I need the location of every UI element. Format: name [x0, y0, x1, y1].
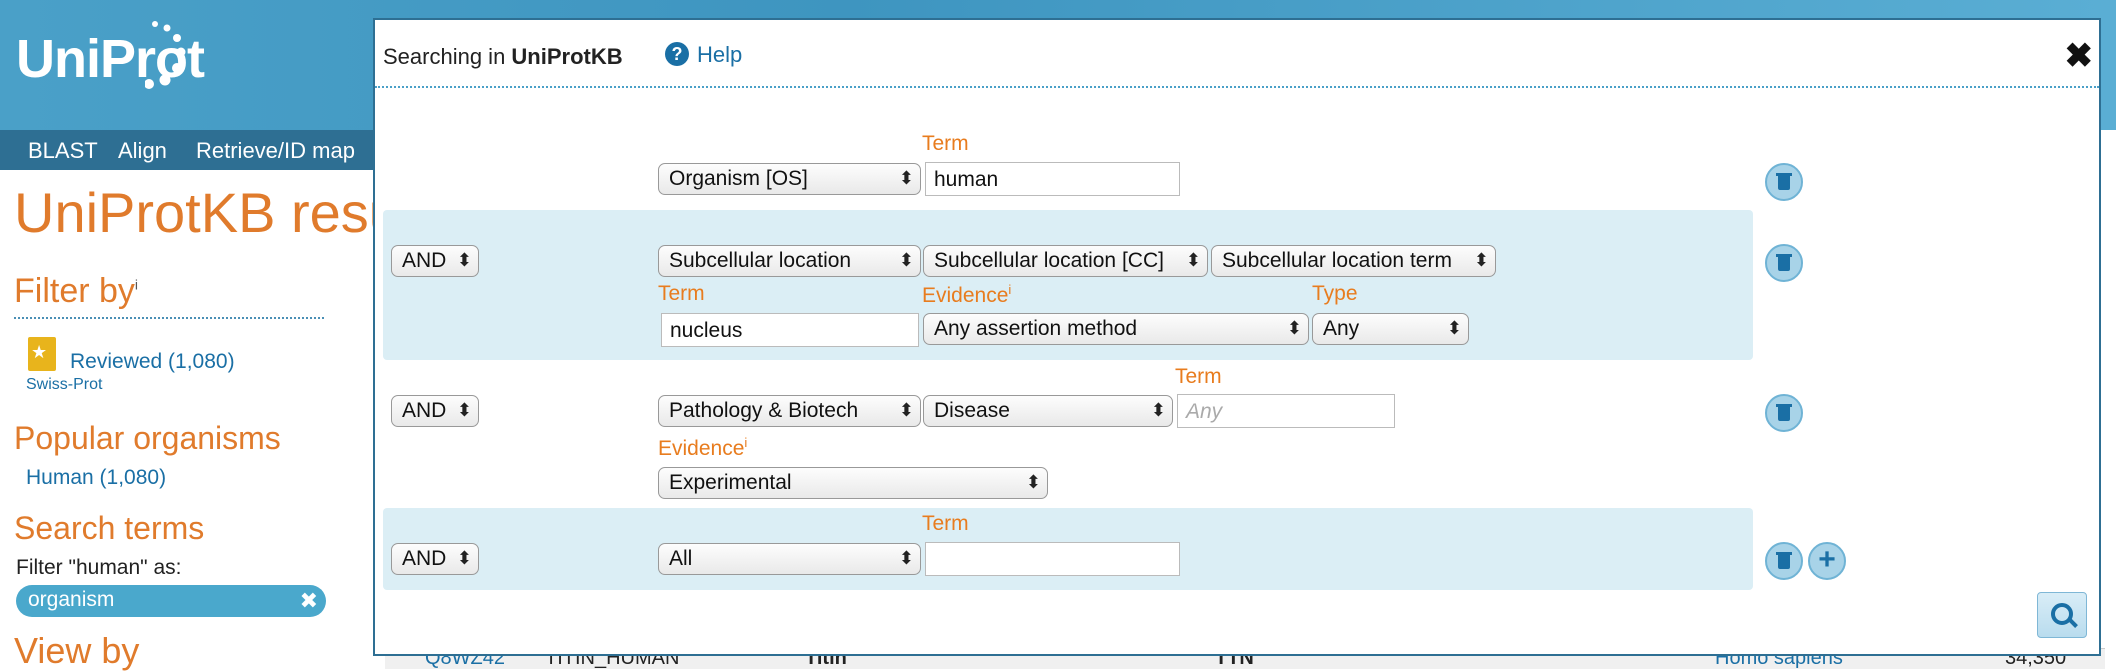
term-input[interactable]: [925, 542, 1180, 576]
field-select[interactable]: Organism [OS]: [658, 163, 921, 195]
type-select[interactable]: Any: [1312, 313, 1469, 345]
operator-select[interactable]: AND: [391, 543, 479, 575]
field-select[interactable]: All: [658, 543, 921, 575]
organism-filter-pill[interactable]: organism ✖: [16, 585, 326, 617]
field-select[interactable]: Pathology & Biotech: [658, 395, 921, 427]
popular-organisms-heading: Popular organisms: [14, 420, 281, 456]
nav-retrieve[interactable]: Retrieve/ID map: [196, 138, 355, 164]
term-input[interactable]: human: [925, 162, 1180, 196]
trash-icon[interactable]: [1765, 244, 1803, 282]
term-label: Term: [1175, 365, 1222, 388]
swiss-prot-label: Swiss-Prot: [26, 376, 103, 393]
advanced-search-dialog: Searching in UniProtKB ? Help ✖ Term Orga…: [373, 18, 2101, 656]
view-by-heading: View by: [14, 630, 140, 671]
term-label: Term: [922, 132, 969, 155]
close-icon[interactable]: ✖: [2065, 36, 2094, 76]
info-icon[interactable]: i: [135, 277, 138, 293]
help-link[interactable]: ? Help: [665, 42, 742, 68]
page-title: UniProtKB resu: [14, 181, 400, 244]
evidence-select[interactable]: Experimental: [658, 467, 1048, 499]
trash-icon[interactable]: [1765, 542, 1803, 580]
subfield-select[interactable]: Subcellular location [CC]: [923, 245, 1208, 277]
field-select[interactable]: Subcellular location: [658, 245, 921, 277]
term-input[interactable]: Any: [1177, 394, 1395, 428]
add-row-icon[interactable]: +: [1808, 542, 1846, 580]
search-terms-heading: Search terms: [14, 510, 205, 546]
term-label: Term: [658, 282, 705, 305]
subfield-select[interactable]: Disease: [923, 395, 1173, 427]
operator-select[interactable]: AND: [391, 245, 479, 277]
evidence-select[interactable]: Any assertion method: [923, 313, 1309, 345]
main-nav: BLAST Align Retrieve/ID map: [0, 130, 380, 170]
evidence-label: Evidencei: [658, 435, 748, 460]
evidence-label: Evidencei: [922, 282, 1012, 307]
search-icon[interactable]: [2037, 592, 2087, 638]
trash-icon[interactable]: [1765, 394, 1803, 432]
divider: [14, 317, 324, 319]
close-icon[interactable]: ✖: [300, 588, 318, 614]
help-icon: ?: [665, 42, 689, 66]
subfield-term-select[interactable]: Subcellular location term: [1211, 245, 1496, 277]
organism-pill-label: organism: [28, 588, 115, 611]
reviewed-filter-link[interactable]: Reviewed (1,080): [70, 350, 235, 374]
nav-align[interactable]: Align: [118, 138, 167, 164]
trash-icon[interactable]: [1765, 163, 1803, 201]
nav-blast[interactable]: BLAST: [28, 138, 98, 164]
dialog-title: Searching in UniProtKB: [383, 44, 623, 69]
dialog-header: Searching in UniProtKB ? Help ✖: [375, 20, 2099, 88]
reviewed-star-icon: [28, 337, 56, 371]
filter-as-label: Filter "human" as:: [16, 556, 182, 579]
filter-by-heading: Filter byi: [14, 272, 139, 310]
term-label: Term: [922, 512, 969, 535]
type-label: Type: [1312, 282, 1358, 305]
term-input[interactable]: nucleus: [661, 313, 919, 347]
human-organism-link[interactable]: Human (1,080): [26, 466, 166, 490]
logo-dots-icon: [145, 21, 186, 89]
operator-select[interactable]: AND: [391, 395, 479, 427]
